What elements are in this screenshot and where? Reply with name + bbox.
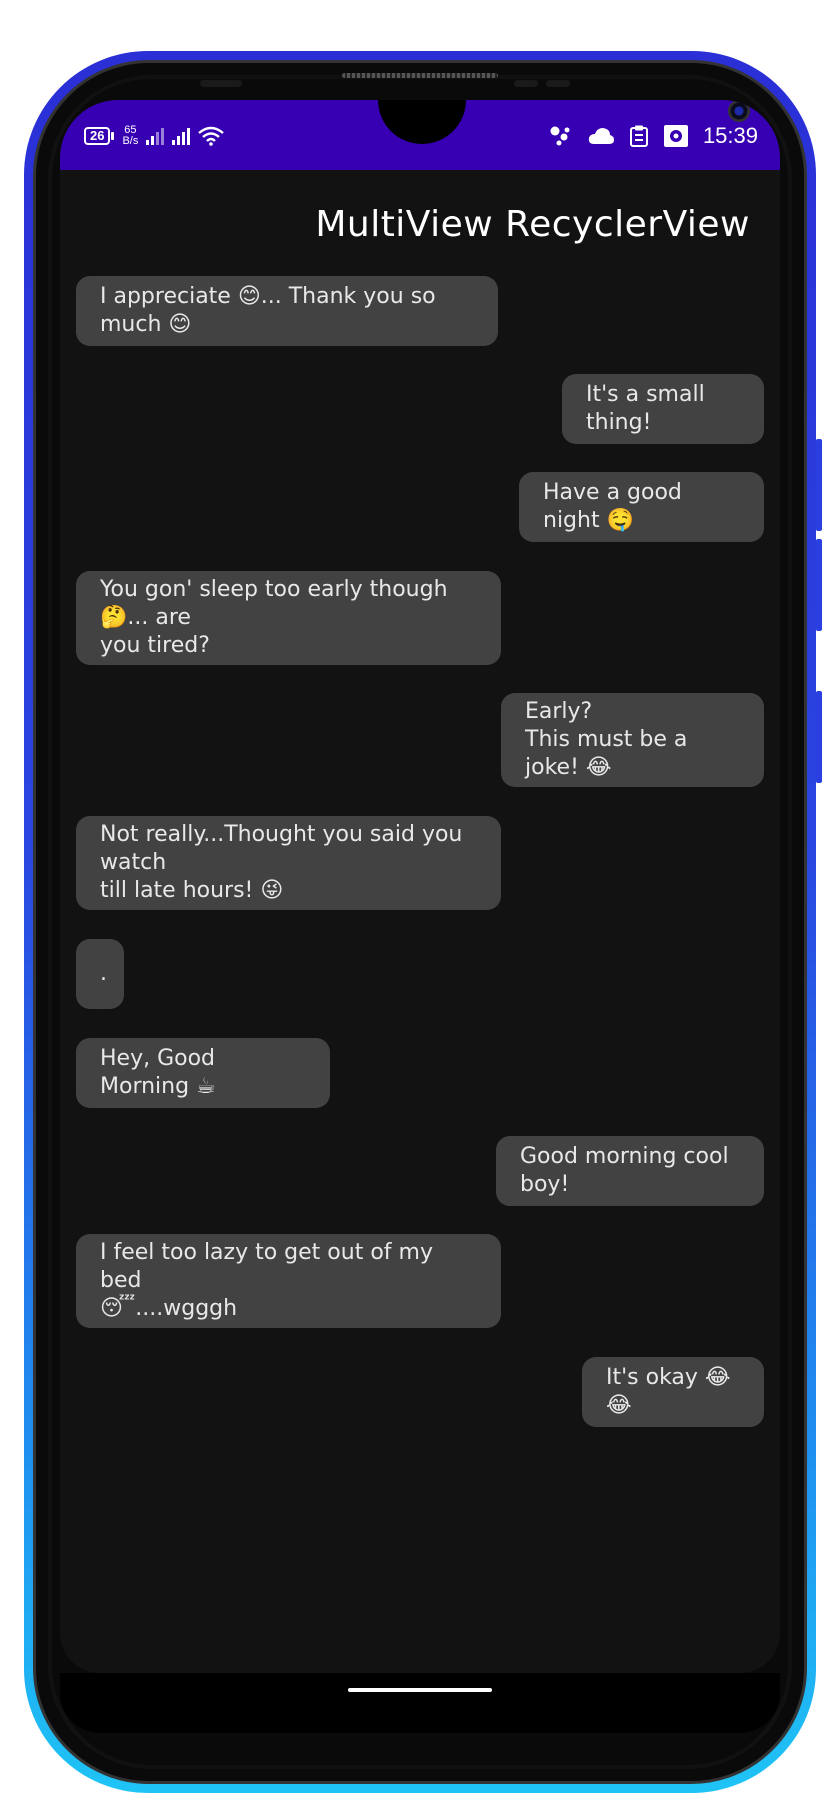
message-bubble-received[interactable]: You gon' sleep too early though🤔... are …	[76, 571, 501, 665]
navigation-bar	[60, 1673, 780, 1733]
app-screen: 26 65 B/s 15:39 MultiView RecyclerView I…	[60, 100, 780, 1673]
message-bubble-sent[interactable]: Have a good night 🤤	[519, 472, 764, 542]
sensor-right-2	[546, 80, 570, 87]
speaker-grill	[342, 73, 498, 78]
message-bubble-received[interactable]: .	[76, 939, 124, 1009]
message-bubble-received[interactable]: Hey, Good Morning ☕	[76, 1038, 330, 1108]
sensor-right-1	[514, 80, 538, 87]
message-bubble-sent[interactable]: It's okay 😂 😂	[582, 1357, 764, 1427]
sensor-left	[200, 80, 242, 87]
side-button-volume-down	[816, 691, 822, 783]
chat-list[interactable]: I appreciate 😊... Thank you so much 😊 It…	[60, 100, 780, 1673]
message-bubble-received[interactable]: Not really...Thought you said you watch …	[76, 816, 501, 910]
message-bubble-received[interactable]: I appreciate 😊... Thank you so much 😊	[76, 276, 498, 346]
side-button-power	[816, 439, 822, 531]
message-bubble-received[interactable]: I feel too lazy to get out of my bed 😴..…	[76, 1234, 501, 1328]
message-bubble-sent[interactable]: Good morning cool boy!	[496, 1136, 764, 1206]
message-bubble-sent[interactable]: It's a small thing!	[562, 374, 764, 444]
message-bubble-sent[interactable]: Early? This must be a joke! 😂	[501, 693, 764, 787]
side-button-volume-up	[816, 539, 822, 631]
home-indicator[interactable]	[348, 1688, 492, 1692]
